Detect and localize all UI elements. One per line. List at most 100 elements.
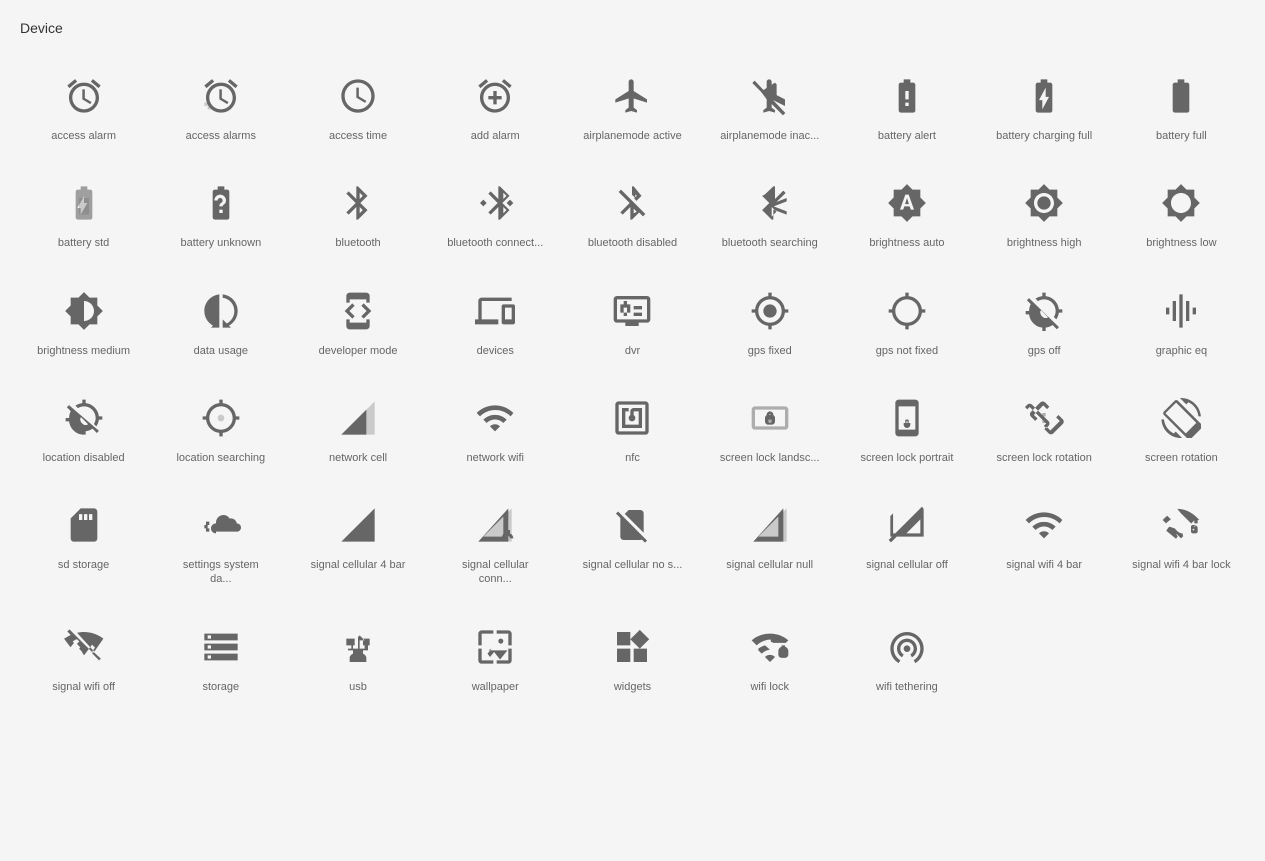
icon-item-dvr[interactable]: dvr (569, 271, 696, 368)
icon-label: nfc (625, 451, 640, 465)
icon-item-add-alarm[interactable]: add alarm (432, 56, 559, 153)
icon-label: screen lock portrait (860, 451, 953, 465)
icon-label: battery charging full (996, 129, 1092, 143)
signal-cellular-off-icon (882, 500, 932, 550)
icon-item-screen-lock-portrait[interactable]: screen lock portrait (843, 378, 970, 475)
wifi-lock-icon (745, 622, 795, 672)
icon-item-battery-alert[interactable]: battery alert (843, 56, 970, 153)
icon-label: signal wifi off (52, 680, 115, 694)
icon-item-bluetooth[interactable]: bluetooth (294, 163, 421, 260)
icon-label: usb (349, 680, 367, 694)
icon-label: network wifi (467, 451, 524, 465)
icon-item-gps-not-fixed[interactable]: gps not fixed (843, 271, 970, 368)
icon-item-gps-fixed[interactable]: gps fixed (706, 271, 833, 368)
icon-label: signal wifi 4 bar lock (1132, 558, 1230, 572)
icon-item-network-cell[interactable]: network cell (294, 378, 421, 475)
dvr-icon (607, 286, 657, 336)
icon-item-screen-rotation[interactable]: screen rotation (1118, 378, 1245, 475)
icon-label: airplanemode inac... (720, 129, 819, 143)
icon-label: wifi tethering (876, 680, 938, 694)
storage-icon (196, 622, 246, 672)
icon-item-signal-cellular-4-bar[interactable]: signal cellular 4 bar (294, 485, 421, 597)
signal-cellular-4-bar-icon (333, 500, 383, 550)
icon-item-gps-off[interactable]: gps off (981, 271, 1108, 368)
icon-item-developer-mode[interactable]: developer mode (294, 271, 421, 368)
icon-label: add alarm (471, 129, 520, 143)
icon-item-airplanemode-inactive[interactable]: airplanemode inac... (706, 56, 833, 153)
icon-item-access-time[interactable]: access time (294, 56, 421, 153)
network-cell-icon (333, 393, 383, 443)
icon-item-battery-charging-full[interactable]: battery charging full (981, 56, 1108, 153)
icon-label: brightness high (1007, 236, 1082, 250)
icon-label: wifi lock (750, 680, 789, 694)
icon-item-bluetooth-disabled[interactable]: bluetooth disabled (569, 163, 696, 260)
icon-label: bluetooth connect... (447, 236, 543, 250)
icon-item-wallpaper[interactable]: wallpaper (432, 607, 559, 704)
icon-item-data-usage[interactable]: data usage (157, 271, 284, 368)
icon-item-sd-storage[interactable]: sd storage (20, 485, 147, 597)
devices-icon (470, 286, 520, 336)
battery-unknown-icon (196, 178, 246, 228)
brightness-auto-icon (882, 178, 932, 228)
icon-item-battery-full[interactable]: battery full (1118, 56, 1245, 153)
icon-label: data usage (194, 344, 248, 358)
icon-label: battery full (1156, 129, 1207, 143)
icon-item-access-alarm[interactable]: access alarm (20, 56, 147, 153)
icon-label: screen lock landsc... (720, 451, 820, 465)
icon-label: graphic eq (1156, 344, 1207, 358)
icon-item-brightness-high[interactable]: brightness high (981, 163, 1108, 260)
icon-item-brightness-auto[interactable]: brightness auto (843, 163, 970, 260)
icon-item-airplanemode-active[interactable]: airplanemode active (569, 56, 696, 153)
signal-cellular-null-icon (745, 500, 795, 550)
icon-item-usb[interactable]: usb (294, 607, 421, 704)
icon-grid: access alarm access alarms access time a… (20, 56, 1245, 704)
icon-label: sd storage (58, 558, 109, 572)
icon-item-wifi-tethering[interactable]: wifi tethering (843, 607, 970, 704)
icon-item-battery-std[interactable]: battery std (20, 163, 147, 260)
icon-item-bluetooth-connected[interactable]: bluetooth connect... (432, 163, 559, 260)
icon-label: brightness auto (869, 236, 944, 250)
icon-label: airplanemode active (583, 129, 681, 143)
icon-item-access-alarms[interactable]: access alarms (157, 56, 284, 153)
icon-item-signal-wifi-4-bar-lock[interactable]: signal wifi 4 bar lock (1118, 485, 1245, 597)
icon-label: bluetooth disabled (588, 236, 677, 250)
icon-item-graphic-eq[interactable]: graphic eq (1118, 271, 1245, 368)
icon-label: signal cellular off (866, 558, 948, 572)
icon-item-devices[interactable]: devices (432, 271, 559, 368)
icon-item-settings-system-daydream[interactable]: settings system da... (157, 485, 284, 597)
icon-label: brightness low (1146, 236, 1216, 250)
icon-label: brightness medium (37, 344, 130, 358)
icon-item-location-disabled[interactable]: location disabled (20, 378, 147, 475)
icon-item-signal-wifi-4-bar[interactable]: signal wifi 4 bar (981, 485, 1108, 597)
icon-item-battery-unknown[interactable]: battery unknown (157, 163, 284, 260)
icon-item-brightness-low[interactable]: brightness low (1118, 163, 1245, 260)
icon-item-signal-cellular-connected[interactable]: signal cellular conn... (432, 485, 559, 597)
access-alarms-icon (196, 71, 246, 121)
icon-item-screen-lock-landscape[interactable]: screen lock landsc... (706, 378, 833, 475)
bluetooth-searching-icon (745, 178, 795, 228)
icon-label: access alarm (51, 129, 116, 143)
graphic-eq-icon (1156, 286, 1206, 336)
icon-item-network-wifi[interactable]: network wifi (432, 378, 559, 475)
developer-mode-icon (333, 286, 383, 336)
icon-label: gps off (1028, 344, 1061, 358)
icon-item-storage[interactable]: storage (157, 607, 284, 704)
icon-item-signal-wifi-off[interactable]: signal wifi off (20, 607, 147, 704)
signal-wifi-4-bar-icon (1019, 500, 1069, 550)
icon-item-nfc[interactable]: nfc (569, 378, 696, 475)
signal-wifi-4-bar-lock-icon (1156, 500, 1206, 550)
icon-label: dvr (625, 344, 640, 358)
screen-lock-rotation-icon (1019, 393, 1069, 443)
icon-item-signal-cellular-off[interactable]: signal cellular off (843, 485, 970, 597)
icon-item-screen-lock-rotation[interactable]: screen lock rotation (981, 378, 1108, 475)
icon-item-location-searching[interactable]: location searching (157, 378, 284, 475)
icon-item-signal-cellular-no-sim[interactable]: signal cellular no s... (569, 485, 696, 597)
icon-item-signal-cellular-null[interactable]: signal cellular null (706, 485, 833, 597)
location-searching-icon (196, 393, 246, 443)
icon-item-widgets[interactable]: widgets (569, 607, 696, 704)
icon-item-bluetooth-searching[interactable]: bluetooth searching (706, 163, 833, 260)
icon-item-wifi-lock[interactable]: wifi lock (706, 607, 833, 704)
icon-item-brightness-medium[interactable]: brightness medium (20, 271, 147, 368)
icon-label: signal cellular no s... (583, 558, 683, 572)
icon-label: screen rotation (1145, 451, 1218, 465)
